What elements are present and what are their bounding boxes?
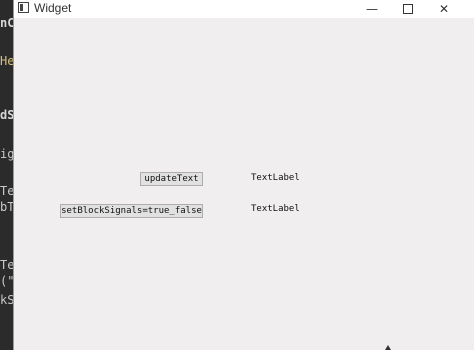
maximize-button[interactable]	[391, 0, 425, 18]
minimize-button[interactable]: —	[355, 0, 389, 18]
app-window-icon	[18, 2, 29, 13]
widget-window: Widget — ✕ updateText TextLabel setBlock…	[13, 0, 474, 350]
set-block-signals-button[interactable]: setBlockSignals=true_false	[60, 204, 203, 218]
window-title: Widget	[34, 1, 72, 15]
minimize-icon: —	[366, 2, 378, 16]
maximize-icon	[403, 4, 413, 14]
text-label-2: TextLabel	[251, 204, 300, 214]
text-label-1: TextLabel	[251, 173, 300, 183]
title-bar[interactable]: Widget — ✕	[14, 0, 474, 18]
update-text-button[interactable]: updateText	[140, 172, 203, 186]
close-icon: ✕	[438, 2, 450, 16]
mouse-cursor-icon	[385, 345, 391, 350]
close-button[interactable]: ✕	[427, 0, 461, 18]
